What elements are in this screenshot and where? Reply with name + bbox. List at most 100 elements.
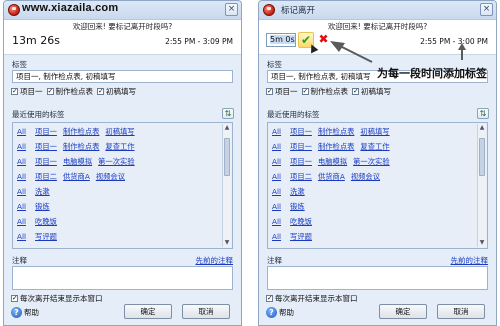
checkbox-box[interactable]: ✓ [11,295,18,302]
tag-link[interactable]: 项目二 [35,172,57,181]
cancel-button[interactable]: 取消 [437,304,485,319]
tag-link[interactable]: 视频会议 [351,172,380,181]
tag-checkbox-3[interactable]: ✓ 初稿填写 [97,86,136,96]
duration-input[interactable]: 5m 0s [266,33,296,47]
tag-link[interactable]: 第一次实验 [98,157,134,166]
apply-all-link[interactable]: All [17,232,26,241]
pin-icon[interactable]: ⇅ [477,108,489,119]
tag-link[interactable]: 视频会议 [96,172,125,181]
vertical-scrollbar[interactable]: ▲ ▼ [477,124,486,247]
tag-link[interactable]: 洗漱 [35,187,50,196]
apply-all-link[interactable]: All [17,142,26,151]
recent-tag-row[interactable]: All 洗漱 [17,187,56,197]
previous-note-link[interactable]: 先前的注释 [451,255,489,266]
tag-link[interactable]: 初稿填写 [105,127,134,136]
tag-link[interactable]: 制作检点表 [63,127,99,136]
tag-link[interactable]: 电脑模拟 [318,157,347,166]
tag-link[interactable]: 复查工作 [105,142,134,151]
help-button[interactable]: ? 帮助 [266,306,300,319]
recent-tag-row[interactable]: All 洗漱 [272,187,311,197]
apply-all-link[interactable]: All [17,202,26,211]
note-textarea[interactable] [267,266,488,290]
tag-link[interactable]: 制作检点表 [63,142,99,151]
scroll-up-icon[interactable]: ▲ [224,125,230,131]
duration-display[interactable]: 13m 26s [12,34,60,47]
apply-all-link[interactable]: All [272,202,281,211]
red-x-icon[interactable]: ✖ [317,33,330,46]
tag-link[interactable]: 项目一 [290,142,312,151]
recent-tag-row[interactable]: All 锻炼 [272,202,311,212]
apply-all-link[interactable]: All [17,187,26,196]
show-window-checkbox[interactable]: ✓ 每次离开结束显示本窗口 [11,293,103,304]
tag-link[interactable]: 复查工作 [360,142,389,151]
note-textarea[interactable] [12,266,233,290]
cancel-button[interactable]: 取消 [182,304,230,319]
tag-link[interactable]: 项目二 [290,172,312,181]
tag-link[interactable]: 初稿填写 [360,127,389,136]
tag-link[interactable]: 吃晚饭 [35,217,57,226]
pin-icon[interactable]: ⇅ [222,108,234,119]
apply-all-link[interactable]: All [272,217,281,226]
recent-tag-row[interactable]: All 写评题 [272,232,318,242]
recent-tag-row[interactable]: All 项目一 制作检点表 初稿填写 [272,127,396,137]
tag-checkbox-2[interactable]: ✓ 制作检点表 [301,86,348,96]
recent-tag-row[interactable]: All 项目二 供货商A 视频会议 [17,172,131,182]
tag-link[interactable]: 项目一 [35,157,57,166]
checkbox-box[interactable]: ✓ [301,87,309,95]
apply-all-link[interactable]: All [272,157,281,166]
tag-link[interactable]: 洗漱 [290,187,305,196]
tag-checkbox-3[interactable]: ✓ 初稿填写 [352,86,391,96]
scroll-thumb[interactable] [479,138,485,176]
tag-link[interactable]: 电脑模拟 [63,157,92,166]
tag-link[interactable]: 锻炼 [290,202,305,211]
tag-link[interactable]: 项目一 [290,127,312,136]
tag-checkbox-1[interactable]: ✓ 项目一 [11,86,43,96]
tag-checkbox-2[interactable]: ✓ 制作检点表 [46,86,93,96]
apply-all-link[interactable]: All [17,217,26,226]
recent-tag-row[interactable]: All 锻炼 [17,202,56,212]
apply-all-link[interactable]: All [272,232,281,241]
recent-tag-row[interactable]: All 项目二 供货商A 视频会议 [272,172,386,182]
apply-all-link[interactable]: All [272,187,281,196]
recent-tag-row[interactable]: All 项目一 电脑模拟 第一次实验 [272,157,396,167]
checkbox-box[interactable]: ✓ [352,87,359,95]
checkbox-box[interactable]: ✓ [266,87,273,95]
tag-link[interactable]: 第一次实验 [353,157,389,166]
scroll-up-icon[interactable]: ▲ [479,125,485,131]
recent-tag-row[interactable]: All 项目一 制作检点表 复查工作 [272,142,396,152]
checkbox-box[interactable]: ✓ [11,87,18,95]
vertical-scrollbar[interactable]: ▲ ▼ [222,124,231,247]
apply-all-link[interactable]: All [272,142,281,151]
checkbox-box[interactable]: ✓ [266,295,273,302]
checkbox-box[interactable]: ✓ [46,87,54,95]
previous-note-link[interactable]: 先前的注释 [196,255,234,266]
apply-all-link[interactable]: All [272,172,281,181]
close-button[interactable]: × [480,3,493,16]
recent-tag-row[interactable]: All 吃晚饭 [17,217,63,227]
checkbox-box[interactable]: ✓ [97,87,104,95]
show-window-checkbox[interactable]: ✓ 每次离开结束显示本窗口 [266,293,358,304]
scroll-down-icon[interactable]: ▼ [224,240,230,246]
help-button[interactable]: ? 帮助 [11,306,45,319]
tag-link[interactable]: 项目一 [290,157,312,166]
tag-link[interactable]: 项目一 [35,127,57,136]
apply-all-link[interactable]: All [272,127,281,136]
tag-link[interactable]: 锻炼 [35,202,50,211]
recent-tag-row[interactable]: All 项目一 制作检点表 复查工作 [17,142,141,152]
apply-all-link[interactable]: All [17,172,26,181]
tag-link[interactable]: 吃晚饭 [290,217,312,226]
tag-checkbox-1[interactable]: ✓ 项目一 [266,86,298,96]
tag-link[interactable]: 项目一 [35,142,57,151]
tag-link[interactable]: 供货商A [63,172,90,181]
close-button[interactable]: × [225,3,238,16]
tag-link[interactable]: 制作检点表 [318,127,354,136]
recent-tag-row[interactable]: All 吃晚饭 [272,217,318,227]
scroll-down-icon[interactable]: ▼ [479,240,485,246]
tags-input[interactable]: 项目一, 制作检点表, 初稿填写 [12,70,233,83]
tag-link[interactable]: 写评题 [290,232,312,241]
scroll-thumb[interactable] [224,138,230,176]
tag-link[interactable]: 写评题 [35,232,57,241]
tag-link[interactable]: 制作检点表 [318,142,354,151]
apply-all-link[interactable]: All [17,157,26,166]
recent-tag-row[interactable]: All 项目一 制作检点表 初稿填写 [17,127,141,137]
